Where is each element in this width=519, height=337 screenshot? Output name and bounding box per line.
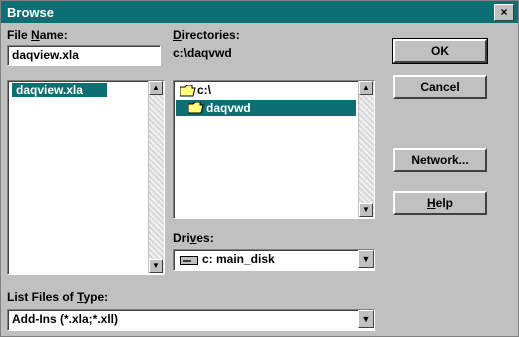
file-type-label: List Files of Type: bbox=[7, 290, 109, 304]
scroll-down-icon[interactable]: ▼ bbox=[359, 203, 373, 217]
directory-item-label: c:\ bbox=[197, 83, 212, 97]
directory-item-selected[interactable]: daqvwd bbox=[176, 100, 356, 116]
directories-label: Directories: bbox=[173, 28, 240, 42]
folder-open-icon bbox=[188, 102, 204, 114]
file-list[interactable]: daqview.xla ▲ ▼ bbox=[7, 80, 165, 275]
drives-value: c: main_disk bbox=[202, 252, 275, 266]
file-list-item[interactable]: daqview.xla bbox=[12, 83, 107, 97]
close-button[interactable]: × bbox=[494, 4, 514, 21]
network-button[interactable]: Network... bbox=[393, 148, 487, 172]
folder-open-icon bbox=[180, 85, 196, 97]
drives-label: Drives: bbox=[173, 231, 214, 245]
scroll-up-icon[interactable]: ▲ bbox=[359, 81, 373, 95]
help-button[interactable]: Help bbox=[393, 191, 487, 215]
scroll-down-icon[interactable]: ▼ bbox=[149, 259, 163, 273]
browse-dialog: Browse × File Name: daqview.xla daqview.… bbox=[0, 0, 519, 337]
file-type-dropdown[interactable]: Add-Ins (*.xla;*.xll) ▼ bbox=[7, 309, 375, 331]
window-title: Browse bbox=[7, 5, 54, 20]
directory-list[interactable]: c:\ daqvwd ▲ ▼ bbox=[173, 80, 375, 219]
drives-dropdown[interactable]: c: main_disk ▼ bbox=[173, 249, 375, 271]
title-bar[interactable]: Browse × bbox=[1, 1, 518, 23]
cancel-button[interactable]: Cancel bbox=[393, 75, 487, 99]
drive-icon bbox=[180, 256, 198, 265]
directory-item-label: daqvwd bbox=[206, 101, 251, 115]
file-name-input[interactable]: daqview.xla bbox=[7, 45, 161, 66]
current-path: c:\daqvwd bbox=[173, 46, 232, 60]
file-list-scrollbar[interactable]: ▲ ▼ bbox=[148, 81, 164, 273]
directory-scrollbar[interactable]: ▲ ▼ bbox=[358, 81, 374, 217]
scroll-up-icon[interactable]: ▲ bbox=[149, 81, 163, 95]
ok-button[interactable]: OK bbox=[392, 38, 488, 64]
chevron-down-icon[interactable]: ▼ bbox=[358, 250, 374, 268]
chevron-down-icon[interactable]: ▼ bbox=[358, 310, 374, 328]
file-name-label: File Name: bbox=[7, 28, 68, 42]
file-name-value: daqview.xla bbox=[12, 48, 79, 62]
file-type-value: Add-Ins (*.xla;*.xll) bbox=[12, 312, 119, 326]
